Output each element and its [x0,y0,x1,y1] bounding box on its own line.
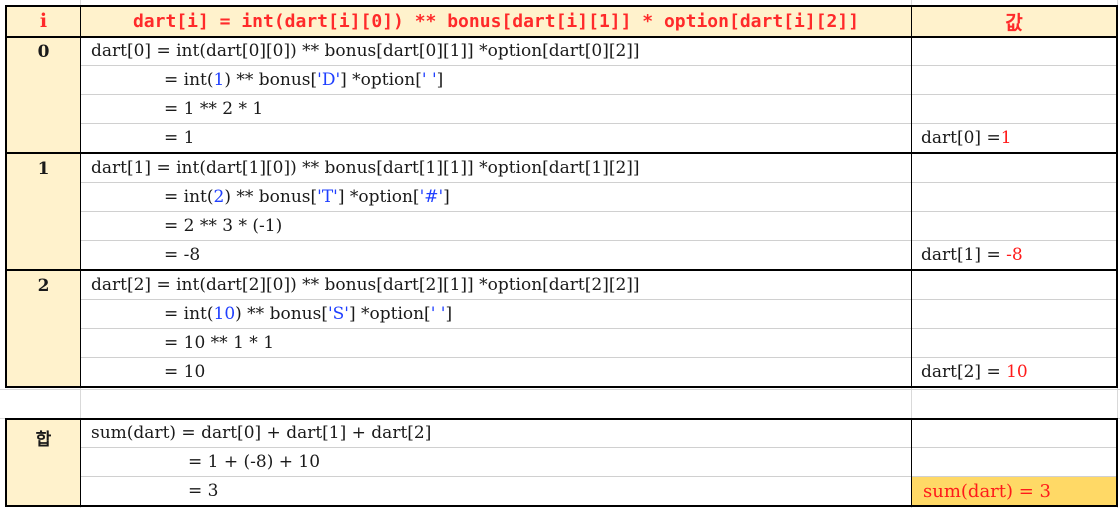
group-border [5,269,1118,271]
header-border [5,36,1118,38]
column-border [80,5,81,388]
group-border [5,152,1118,154]
column-border [80,418,81,507]
gridline [0,389,1120,390]
spreadsheet: i dart[i] = int(dart[i][0]) ** bonus[dar… [0,0,1120,508]
column-border [911,5,912,388]
main-table-border [5,5,1118,388]
sum-table-border [5,418,1118,507]
column-border [911,418,912,507]
